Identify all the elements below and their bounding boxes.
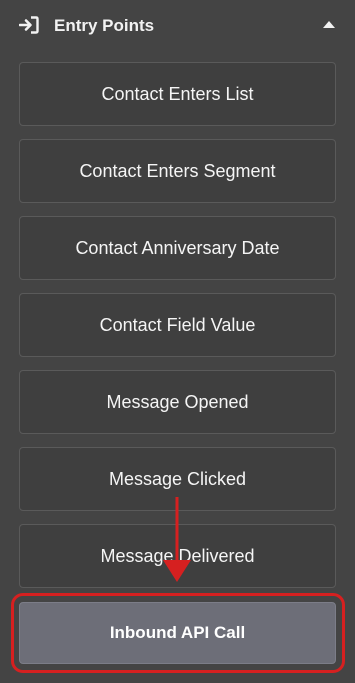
entry-point-label: Inbound API Call xyxy=(109,623,246,642)
entry-arrow-icon xyxy=(19,16,39,34)
entry-point-inbound-api-call[interactable]: Inbound API Call xyxy=(19,602,336,664)
entry-point-label: Contact Field Value xyxy=(99,314,256,335)
entry-point-label: Contact Enters Segment xyxy=(79,160,276,181)
entry-point-label: Contact Anniversary Date xyxy=(75,237,280,258)
entry-point-label: Message Delivered xyxy=(100,545,255,566)
entry-point-message-delivered[interactable]: Message Delivered xyxy=(19,524,336,588)
entry-point-contact-field-value[interactable]: Contact Field Value xyxy=(19,293,336,357)
entry-point-contact-enters-list[interactable]: Contact Enters List xyxy=(19,62,336,126)
section-title: Entry Points xyxy=(54,16,155,35)
entry-point-label: Message Clicked xyxy=(108,468,247,489)
caret-up-icon[interactable] xyxy=(323,20,335,28)
entry-point-label: Message Opened xyxy=(106,391,249,412)
entry-point-contact-anniversary-date[interactable]: Contact Anniversary Date xyxy=(19,216,336,280)
entry-point-contact-enters-segment[interactable]: Contact Enters Segment xyxy=(19,139,336,203)
entry-point-message-clicked[interactable]: Message Clicked xyxy=(19,447,336,511)
entry-points-panel: Entry Points Contact Enters List Contact… xyxy=(0,0,355,683)
entry-point-message-opened[interactable]: Message Opened xyxy=(19,370,336,434)
entry-point-label: Contact Enters List xyxy=(101,83,254,104)
entry-points-header[interactable]: Entry Points xyxy=(0,0,355,52)
